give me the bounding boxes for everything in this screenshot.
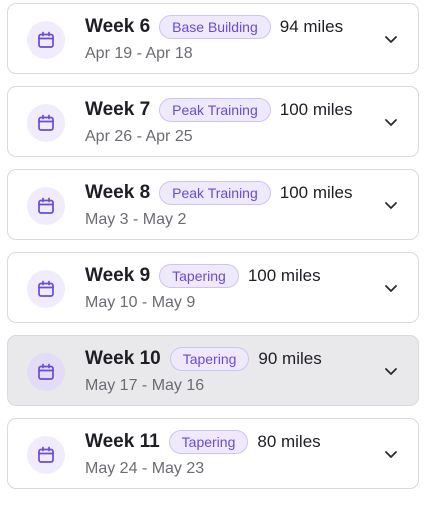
date-range: May 10 - May 9: [85, 294, 196, 311]
date-range: May 24 - May 23: [85, 460, 205, 477]
miles-value: 94 miles: [279, 17, 344, 36]
week-title: Week 8: [85, 182, 151, 203]
chevron-down-icon[interactable]: [380, 28, 402, 50]
chevron-down-icon[interactable]: [380, 111, 402, 133]
week-card-11[interactable]: Week 11 Tapering 80 miles May 24 - May 2…: [7, 418, 419, 489]
phase-badge: Base Building: [159, 15, 271, 39]
phase-badge: Peak Training: [159, 98, 271, 122]
miles-value: 80 miles: [257, 432, 321, 451]
date-range: Apr 26 - Apr 25: [85, 128, 193, 145]
calendar-icon: [27, 187, 65, 225]
date-range: May 3 - May 2: [85, 211, 187, 228]
chevron-down-icon[interactable]: [380, 194, 402, 216]
miles-value: 100 miles: [279, 183, 353, 202]
week-card-9[interactable]: Week 9 Tapering 100 miles May 10 - May 9: [7, 252, 419, 323]
miles-value: 90 miles: [258, 349, 322, 368]
week-card-6[interactable]: Week 6 Base Building 94 miles Apr 19 - A…: [7, 3, 419, 74]
date-range: Apr 19 - Apr 18: [85, 45, 193, 62]
week-title: Week 9: [85, 265, 151, 286]
week-title: Week 7: [85, 99, 151, 120]
phase-badge: Peak Training: [159, 181, 271, 205]
calendar-icon: [27, 270, 65, 308]
week-card-8[interactable]: Week 8 Peak Training 100 miles May 3 - M…: [7, 169, 419, 240]
week-list: Week 6 Base Building 94 miles Apr 19 - A…: [0, 0, 436, 506]
chevron-down-icon[interactable]: [380, 277, 402, 299]
week-card-7[interactable]: Week 7 Peak Training 100 miles Apr 26 - …: [7, 86, 419, 157]
chevron-down-icon[interactable]: [380, 443, 402, 465]
calendar-icon: [27, 21, 65, 59]
week-title: Week 11: [85, 431, 160, 452]
miles-value: 100 miles: [247, 266, 321, 285]
chevron-down-icon[interactable]: [380, 360, 402, 382]
calendar-icon: [27, 436, 65, 474]
phase-badge: Tapering: [169, 347, 250, 371]
phase-badge: Tapering: [168, 430, 249, 454]
miles-value: 100 miles: [279, 100, 353, 119]
calendar-icon: [27, 104, 65, 142]
phase-badge: Tapering: [159, 264, 239, 288]
date-range: May 17 - May 16: [85, 377, 205, 394]
week-card-10[interactable]: Week 10 Tapering 90 miles May 17 - May 1…: [7, 335, 419, 406]
week-title: Week 10: [85, 348, 161, 369]
week-title: Week 6: [85, 16, 151, 37]
calendar-icon: [27, 353, 65, 391]
